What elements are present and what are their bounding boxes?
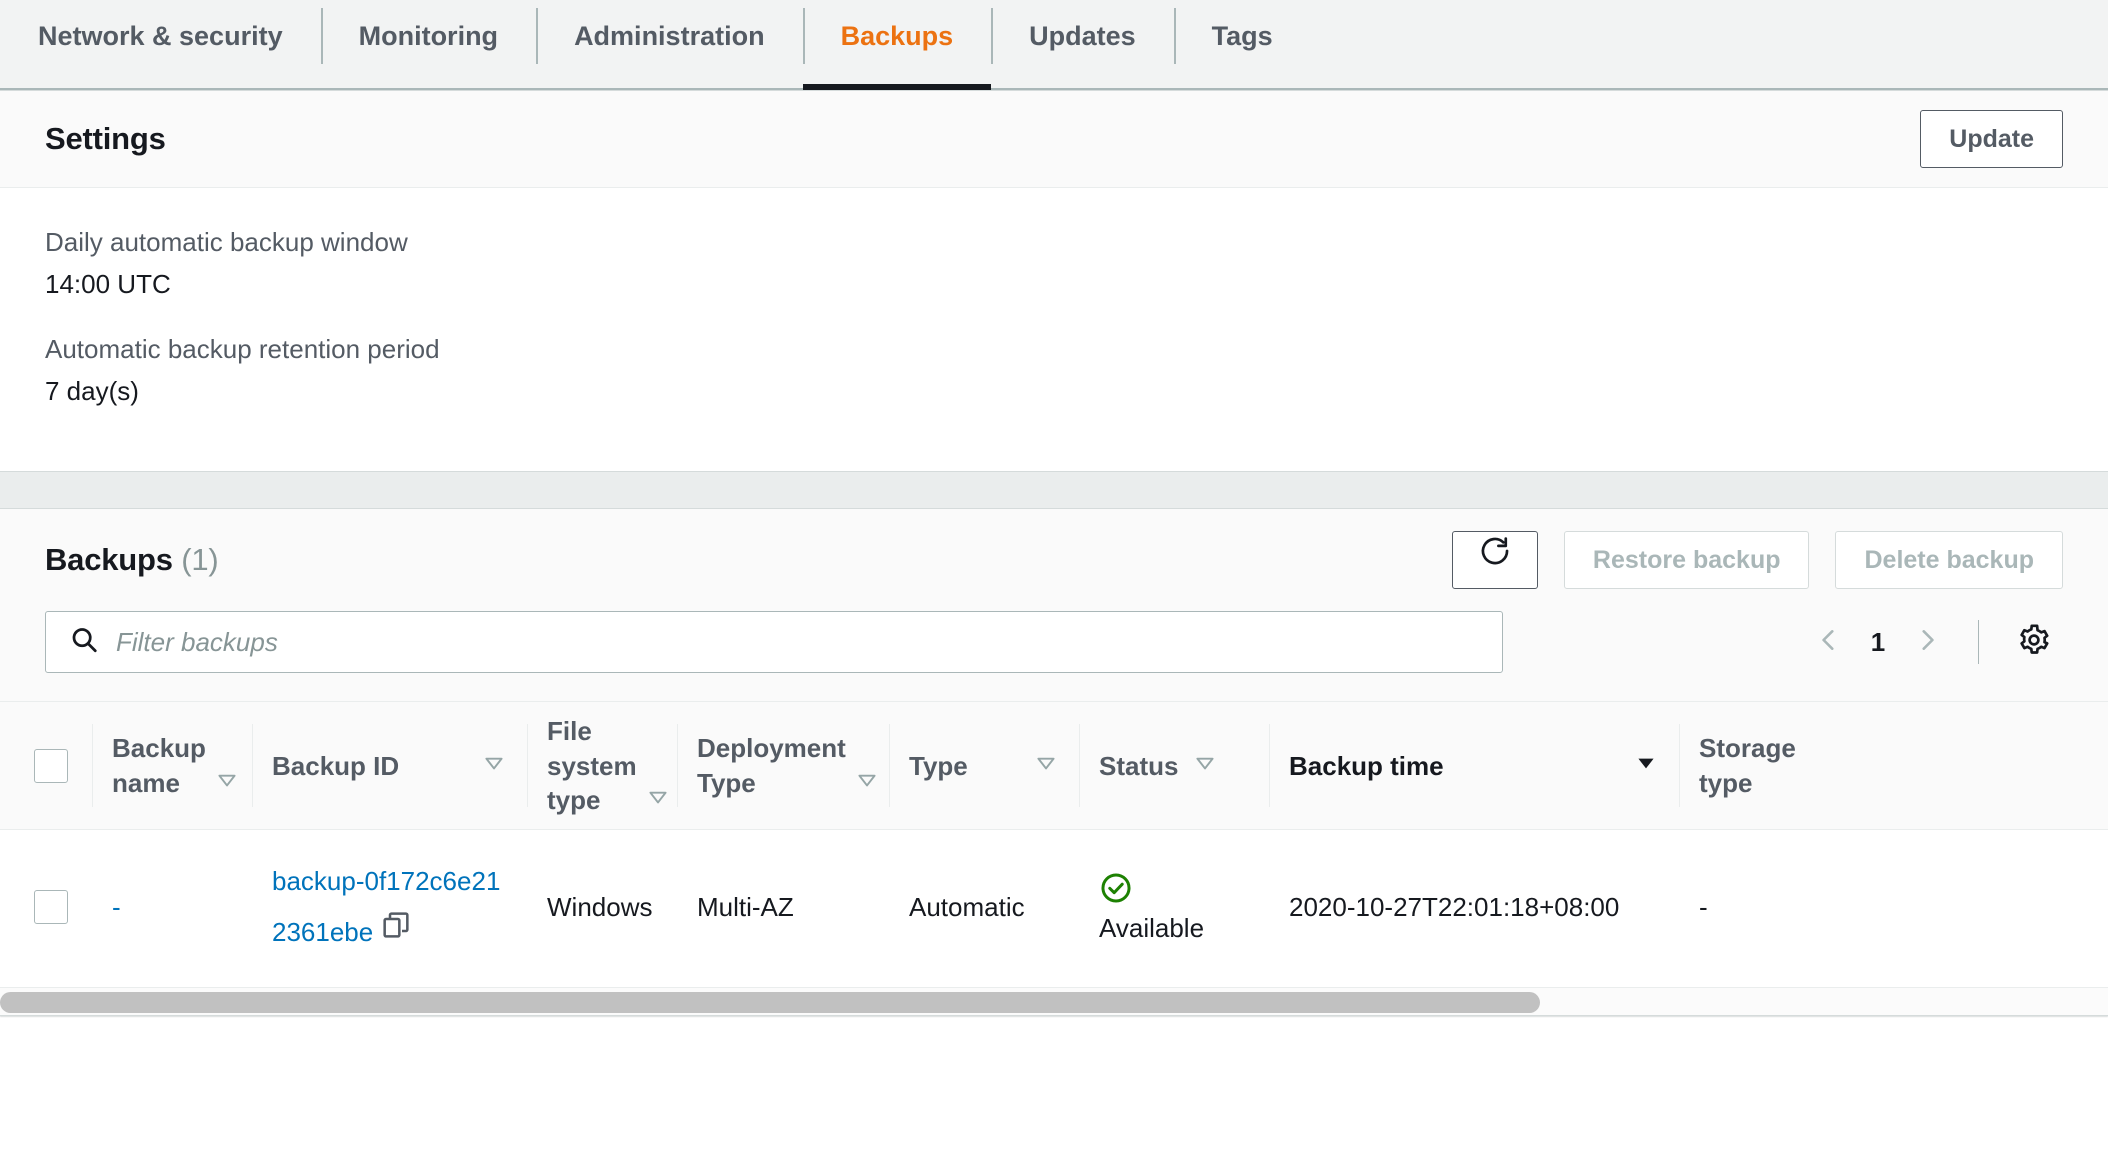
backups-table: Backup name Backup ID File system type D… [0,701,2108,985]
page-body: Settings Update Daily automatic backup w… [0,90,2108,1016]
sort-icon-backup-name [214,767,240,800]
chevron-right-icon [1914,627,1940,658]
header-deployment-type[interactable]: Deployment Type [677,702,889,830]
tab-network-security[interactable]: Network & security [0,0,321,72]
status-available-icon [1099,873,1133,911]
header-status[interactable]: Status [1079,702,1269,830]
backups-table-head: Backup name Backup ID File system type D… [0,701,2108,830]
tab-bar-underline [0,88,2108,90]
header-backup-time-label: Backup time [1289,750,1444,781]
header-backup-name-label: Backup name [112,733,206,798]
tab-backups[interactable]: Backups [802,0,992,90]
refresh-button[interactable] [1451,531,1538,590]
copy-icon[interactable] [380,909,412,948]
header-deployment-type-label: Deployment Type [697,733,846,798]
section-gap [0,472,2108,509]
tab-bar: Network & security Monitoring Administra… [0,0,2108,90]
header-type-label: Type [909,750,968,781]
horizontal-scrollbar-thumb[interactable] [0,991,1540,1013]
header-backup-id-label: Backup ID [272,750,400,781]
settings-card: Settings Update Daily automatic backup w… [0,90,2108,473]
backups-card-header: Backups (1) Restore backup Delete backup [0,509,2108,612]
cell-backup-name: - [92,830,252,985]
table-preferences-button[interactable] [2005,613,2063,671]
tab-updates[interactable]: Updates [991,0,1174,72]
backup-window-value: 14:00 UTC [45,269,171,300]
delete-backup-button[interactable]: Delete backup [1835,531,2063,590]
pagination: 1 [1800,613,2063,671]
cell-file-system-type: Windows [547,891,653,922]
retention-period-label: Automatic backup retention period [45,333,440,364]
backups-title-text: Backups [45,542,173,578]
sort-icon-backup-id [481,750,507,783]
cell-deployment-type: Multi-AZ [697,891,794,922]
pagination-prev-button[interactable] [1800,613,1858,671]
sort-icon-type [1033,750,1059,783]
sort-icon-backup-time-active [1633,750,1659,783]
cell-backup-time: 2020-10-27T22:01:18+08:00 [1289,891,1620,922]
cell-status: Available [1079,830,1269,985]
header-backup-id[interactable]: Backup ID [252,702,527,830]
settings-card-header: Settings Update [0,91,2108,188]
header-file-system-type-label: File system type [547,716,637,815]
header-status-label: Status [1099,750,1179,781]
header-select-all [0,702,92,830]
backup-name-link[interactable]: - [112,892,121,922]
sort-icon-status [1192,750,1218,783]
sort-icon-file-system-type [645,784,671,817]
retention-period-value: 7 day(s) [45,375,139,406]
backups-title: Backups (1) [45,542,219,578]
cell-storage-type: - [1699,891,1708,922]
tab-administration[interactable]: Administration [536,0,803,72]
table-row: - backup-0f172c6e212361ebe Windows Multi… [0,830,2108,985]
settings-title: Settings [45,121,166,156]
pagination-next-button[interactable] [1898,613,1956,671]
status-badge: Available [1099,912,1205,943]
chevron-left-icon [1816,627,1842,658]
header-backup-time[interactable]: Backup time [1269,702,1679,830]
search-wrapper [45,611,1503,674]
header-file-system-type[interactable]: File system type [527,702,677,830]
gear-icon [2017,623,2051,662]
header-backup-name[interactable]: Backup name [92,702,252,830]
header-storage-type[interactable]: Storage type [1679,702,1859,830]
row-select-cell [0,830,92,985]
cell-type: Automatic [909,891,1025,922]
backups-actions: Restore backup Delete backup [1451,531,2063,590]
search-input[interactable] [45,611,1503,674]
row-checkbox[interactable] [34,890,68,925]
select-all-checkbox[interactable] [34,748,68,783]
tab-tags[interactable]: Tags [1173,0,1311,72]
backups-count: (1) [181,542,219,578]
backups-table-scroll: Backup name Backup ID File system type D… [0,701,2108,985]
header-spacer [1859,702,2108,830]
horizontal-scrollbar-area [0,984,2108,1015]
settings-body: Daily automatic backup window 14:00 UTC … [0,188,2108,472]
backups-table-body: - backup-0f172c6e212361ebe Windows Multi… [0,830,2108,985]
table-tools: 1 [0,611,2108,702]
backups-card: Backups (1) Restore backup Delete backup [0,508,2108,1016]
cell-backup-id: backup-0f172c6e212361ebe [252,830,527,985]
horizontal-scrollbar-track[interactable] [0,986,2108,1015]
table-header-row: Backup name Backup ID File system type D… [0,701,2108,830]
tab-monitoring[interactable]: Monitoring [320,0,536,72]
pagination-divider [1978,620,1979,665]
restore-backup-button[interactable]: Restore backup [1563,531,1810,590]
header-storage-type-label: Storage type [1699,733,1796,798]
cell-spacer [1859,830,2108,985]
sort-icon-deployment-type [854,767,880,800]
backup-window-label: Daily automatic backup window [45,227,408,257]
refresh-icon [1478,532,1512,588]
pagination-page-1[interactable]: 1 [1858,627,1898,658]
update-button[interactable]: Update [1920,110,2063,168]
header-type[interactable]: Type [889,702,1079,830]
